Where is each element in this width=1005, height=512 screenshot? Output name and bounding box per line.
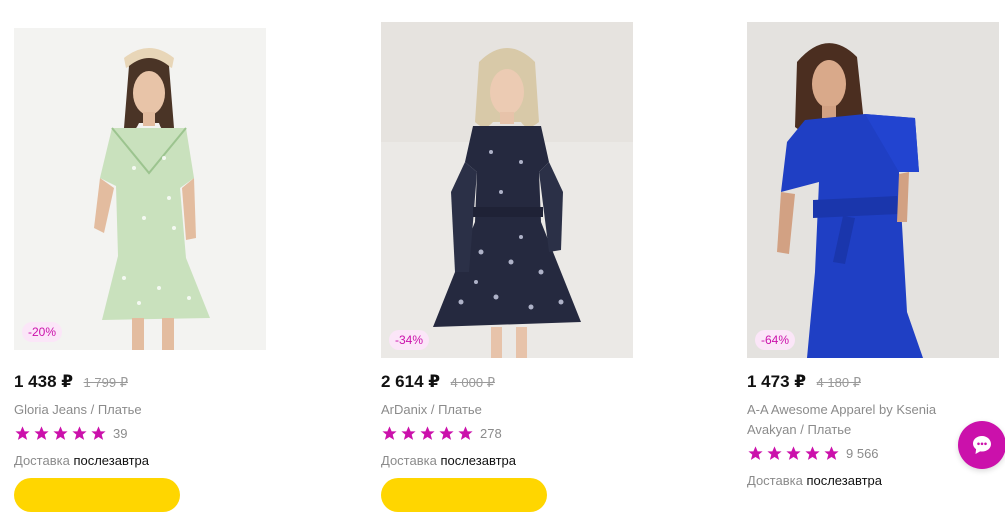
star-icon — [767, 446, 782, 460]
star-icon — [824, 446, 839, 460]
product-photo — [381, 22, 633, 358]
delivery-date: послезавтра — [73, 453, 149, 468]
star-icon — [786, 446, 801, 460]
delivery-date: послезавтра — [440, 453, 516, 468]
star-icon — [34, 426, 49, 440]
star-icon — [15, 426, 30, 440]
current-price: 2 614 ₽ — [381, 372, 441, 391]
delivery-label: Доставка — [747, 473, 803, 488]
current-price: 1 473 ₽ — [747, 372, 807, 391]
brand-name[interactable]: ArDanix / Платье — [381, 400, 621, 420]
delivery-label: Доставка — [14, 453, 70, 468]
star-icon — [458, 426, 473, 440]
product-image[interactable]: -20% — [14, 28, 266, 350]
add-to-cart-button[interactable] — [381, 478, 547, 512]
price-row: 1 473 ₽ 4 180 ₽ — [747, 372, 861, 392]
star-icon — [401, 426, 416, 440]
product-photo — [14, 28, 266, 350]
star-icon — [748, 446, 763, 460]
rating[interactable]: 278 — [381, 425, 502, 442]
add-to-cart-button[interactable] — [14, 478, 180, 512]
old-price: 4 000 ₽ — [450, 375, 495, 390]
chat-icon — [973, 436, 991, 454]
current-price: 1 438 ₽ — [14, 372, 74, 391]
old-price: 4 180 ₽ — [816, 375, 861, 390]
discount-badge: -34% — [389, 330, 430, 350]
brand-name[interactable]: Gloria Jeans / Платье — [14, 400, 254, 420]
discount-badge: -20% — [22, 322, 63, 342]
discount-badge: -64% — [755, 330, 796, 350]
price-row: 2 614 ₽ 4 000 ₽ — [381, 372, 495, 392]
brand-name[interactable]: A-A Awesome Apparel by Ksenia Avakyan / … — [747, 400, 987, 440]
delivery-label: Доставка — [381, 453, 437, 468]
star-icon — [72, 426, 87, 440]
rating[interactable]: 39 — [14, 425, 127, 442]
rating-count: 9 566 — [846, 446, 879, 461]
star-icon — [439, 426, 454, 440]
star-icon — [805, 446, 820, 460]
rating-count: 39 — [113, 426, 128, 441]
chat-button[interactable] — [958, 421, 1005, 469]
product-image[interactable]: -34% — [381, 22, 633, 358]
product-image[interactable]: -64% — [747, 22, 999, 358]
old-price: 1 799 ₽ — [83, 375, 128, 390]
star-icon — [53, 426, 68, 440]
star-icon — [91, 426, 106, 440]
delivery-info: Доставка послезавтра — [381, 453, 516, 468]
delivery-date: послезавтра — [806, 473, 882, 488]
star-icon — [382, 426, 397, 440]
product-photo — [747, 22, 999, 358]
delivery-info: Доставка послезавтра — [14, 453, 149, 468]
star-icon — [420, 426, 435, 440]
delivery-info: Доставка послезавтра — [747, 473, 882, 488]
rating[interactable]: 9 566 — [747, 445, 879, 462]
price-row: 1 438 ₽ 1 799 ₽ — [14, 372, 128, 392]
rating-count: 278 — [480, 426, 502, 441]
